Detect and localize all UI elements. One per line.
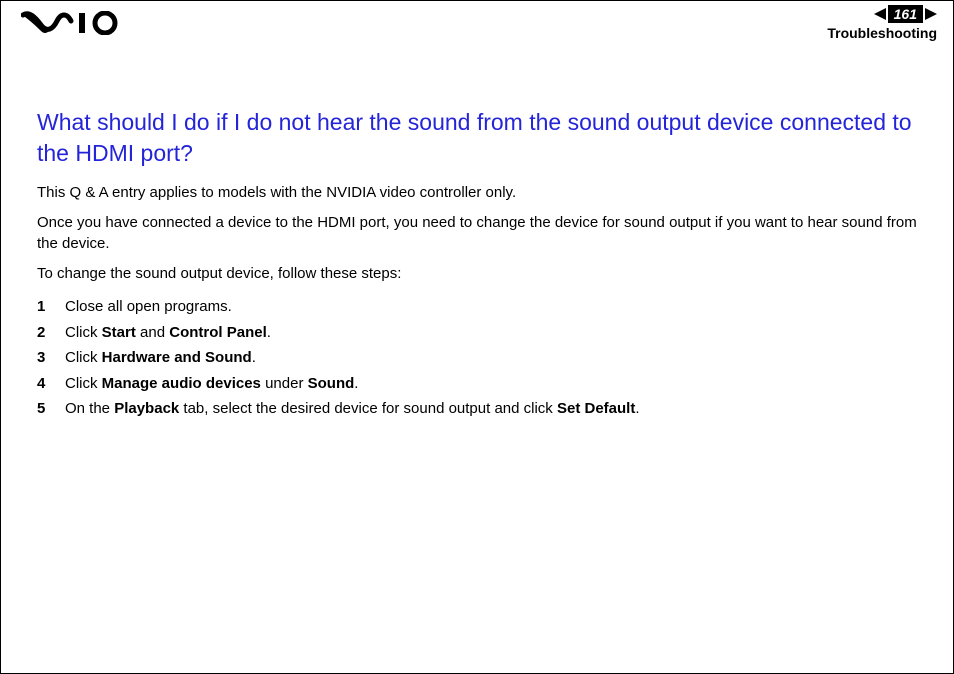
- step-item: 2Click Start and Control Panel.: [37, 320, 917, 346]
- step-text: Click Start and Control Panel.: [65, 320, 271, 346]
- step-number: 1: [37, 294, 65, 320]
- page-nav: 161: [874, 5, 937, 23]
- step-number: 2: [37, 320, 65, 346]
- vaio-logo: [21, 11, 131, 40]
- page-content: What should I do if I do not hear the so…: [1, 47, 953, 422]
- paragraph: This Q & A entry applies to models with …: [37, 183, 917, 203]
- step-number: 4: [37, 371, 65, 397]
- step-number: 5: [37, 396, 65, 422]
- section-label: Troubleshooting: [827, 25, 937, 41]
- page-prev-arrow-icon[interactable]: [874, 8, 886, 20]
- step-item: 3Click Hardware and Sound.: [37, 345, 917, 371]
- step-text: Close all open programs.: [65, 294, 232, 320]
- step-number: 3: [37, 345, 65, 371]
- step-item: 1Close all open programs.: [37, 294, 917, 320]
- page-number: 161: [888, 5, 923, 23]
- paragraph: Once you have connected a device to the …: [37, 213, 917, 254]
- document-page: 161 Troubleshooting What should I do if …: [0, 0, 954, 674]
- step-item: 5On the Playback tab, select the desired…: [37, 396, 917, 422]
- step-item: 4Click Manage audio devices under Sound.: [37, 371, 917, 397]
- steps-list: 1Close all open programs.2Click Start an…: [37, 294, 917, 422]
- page-next-arrow-icon[interactable]: [925, 8, 937, 20]
- page-header: 161 Troubleshooting: [1, 1, 953, 47]
- step-text: Click Manage audio devices under Sound.: [65, 371, 358, 397]
- step-text: Click Hardware and Sound.: [65, 345, 256, 371]
- step-text: On the Playback tab, select the desired …: [65, 396, 640, 422]
- page-title: What should I do if I do not hear the so…: [37, 107, 917, 169]
- paragraph: To change the sound output device, follo…: [37, 264, 917, 284]
